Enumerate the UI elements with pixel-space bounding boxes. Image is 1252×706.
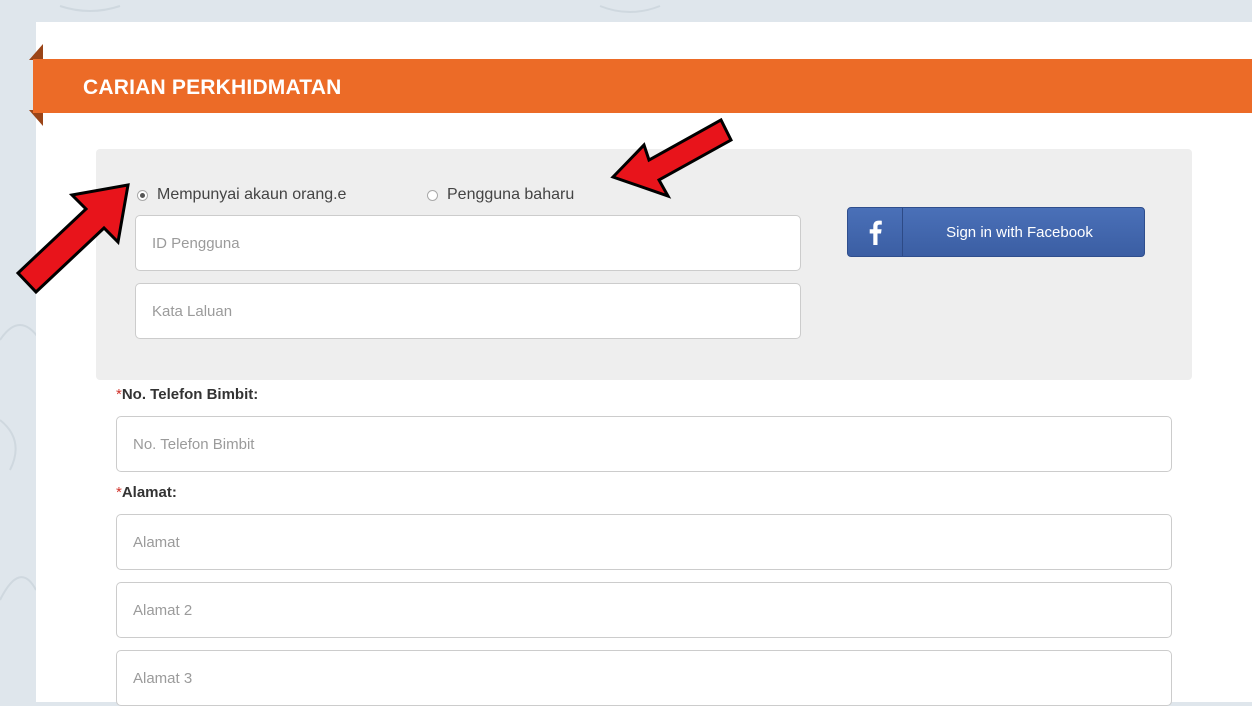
radio-new-user[interactable]: Pengguna baharu <box>427 186 574 204</box>
address-label-text: Alamat: <box>121 484 177 501</box>
radio-existing-account-label: Mempunyai akaun orang.e <box>157 186 347 203</box>
password-input[interactable] <box>135 283 801 339</box>
radio-existing-account[interactable]: Mempunyai akaun orang.e <box>137 186 346 204</box>
radio-button-unchecked[interactable] <box>427 189 438 201</box>
phone-label: *No. Telefon Bimbit: <box>116 386 258 403</box>
facebook-signin-button[interactable]: Sign in with Facebook <box>847 207 1145 257</box>
address-line1-input[interactable] <box>116 514 1172 570</box>
address-line3-input[interactable] <box>116 650 1172 706</box>
facebook-signin-label: Sign in with Facebook <box>946 223 1093 241</box>
address-line2-input[interactable] <box>116 582 1172 638</box>
address-label: *Alamat: <box>116 484 177 501</box>
facebook-icon <box>848 208 903 256</box>
phone-input[interactable] <box>116 416 1172 472</box>
annotation-arrow-right <box>610 117 733 199</box>
user-id-input[interactable] <box>135 215 801 271</box>
radio-new-user-label: Pengguna baharu <box>447 186 575 203</box>
ribbon-fold-top <box>29 44 43 60</box>
annotation-arrow-left <box>15 183 130 295</box>
phone-label-text: No. Telefon Bimbit: <box>121 386 259 403</box>
page-title: CARIAN PERKHIDMATAN <box>83 76 342 99</box>
